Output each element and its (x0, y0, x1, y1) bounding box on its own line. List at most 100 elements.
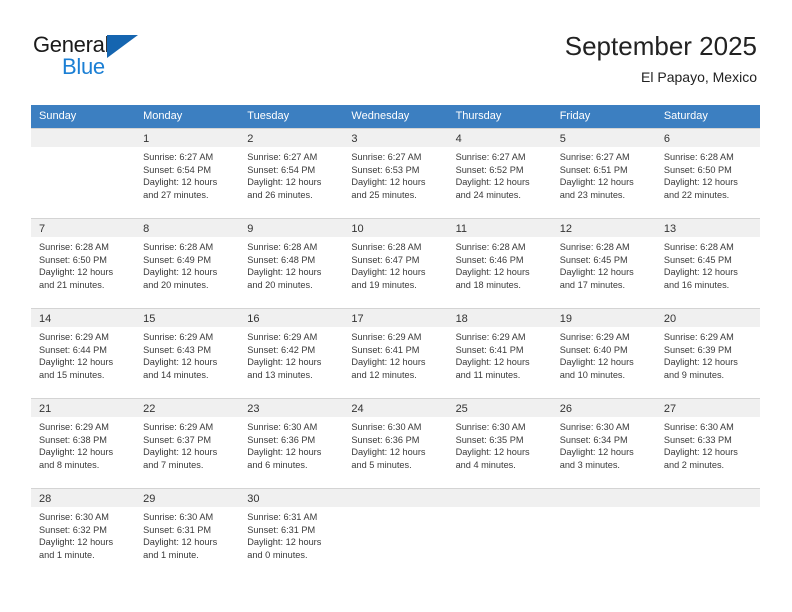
calendar-header-row: Sunday Monday Tuesday Wednesday Thursday… (31, 105, 760, 128)
sunset-text: Sunset: 6:53 PM (351, 164, 420, 175)
weekday-header-monday: Monday (135, 105, 240, 128)
day-cell-details: Sunrise: 6:29 AM Sunset: 6:40 PM Daylight:… (552, 327, 656, 381)
sunrise-text: Sunrise: 6:30 AM (559, 422, 630, 432)
calendar-day-cell[interactable]: 13 Sunrise: 6:28 AM Sunset: 6:45 PM Dayligh… (655, 218, 760, 308)
calendar-day-cell[interactable]: 12 Sunrise: 6:28 AM Sunset: 6:45 PM Dayligh… (551, 218, 656, 308)
calendar-day-cell[interactable]: 21 Sunrise: 6:29 AM Sunset: 6:38 PM Dayligh… (31, 398, 136, 488)
day-cell-inner: 14 Sunrise: 6:29 AM Sunset: 6:44 PM Dayligh… (31, 308, 136, 398)
calendar-day-cell[interactable]: 10 Sunrise: 6:28 AM Sunset: 6:47 PM Dayligh… (343, 218, 448, 308)
daylight-text-line2: and 8 minutes. (39, 459, 100, 470)
day-number: 20 (663, 313, 677, 325)
calendar-day-cell[interactable]: 20 Sunrise: 6:29 AM Sunset: 6:39 PM Dayligh… (655, 308, 760, 398)
calendar-day-cell[interactable]: 26 Sunrise: 6:30 AM Sunset: 6:34 PM Dayligh… (551, 398, 656, 488)
calendar-day-cell[interactable]: 6 Sunrise: 6:28 AM Sunset: 6:50 PM Daylight… (655, 128, 760, 218)
calendar-table: Sunday Monday Tuesday Wednesday Thursday… (31, 105, 760, 578)
calendar-day-cell[interactable]: 22 Sunrise: 6:29 AM Sunset: 6:37 PM Dayligh… (135, 398, 240, 488)
daylight-text-line2: and 23 minutes. (559, 189, 626, 200)
sunset-text: Sunset: 6:34 PM (559, 434, 628, 445)
day-cell-inner: 29 Sunrise: 6:30 AM Sunset: 6:31 PM Dayligh… (135, 488, 240, 578)
daylight-text-line2: and 1 minute. (143, 549, 199, 560)
calendar-week-row: 28 Sunrise: 6:30 AM Sunset: 6:32 PM Dayligh… (31, 488, 760, 578)
daylight-text-line1: Daylight: 12 hours (455, 447, 530, 458)
day-cell-details: Sunrise: 6:27 AM Sunset: 6:54 PM Daylight:… (135, 147, 239, 201)
day-cell-inner: 6 Sunrise: 6:28 AM Sunset: 6:50 PM Daylight… (655, 128, 760, 218)
sunrise-text: Sunrise: 6:29 AM (39, 332, 109, 342)
day-cell-inner: 11 Sunrise: 6:28 AM Sunset: 6:46 PM Dayligh… (447, 218, 552, 308)
day-cell-inner: 21 Sunrise: 6:29 AM Sunset: 6:38 PM Dayligh… (31, 398, 136, 488)
calendar-day-cell[interactable]: 9 Sunrise: 6:28 AM Sunset: 6:48 PM Daylight… (239, 218, 344, 308)
calendar-day-cell[interactable]: 3 Sunrise: 6:27 AM Sunset: 6:53 PM Daylight… (343, 128, 448, 218)
daylight-text-line1: Daylight: 12 hours (351, 357, 426, 368)
calendar-day-cell[interactable]: 29 Sunrise: 6:30 AM Sunset: 6:31 PM Dayligh… (135, 488, 240, 578)
calendar-day-cell[interactable]: 15 Sunrise: 6:29 AM Sunset: 6:43 PM Dayligh… (135, 308, 240, 398)
sunrise-text: Sunrise: 6:28 AM (39, 242, 109, 252)
sunset-text: Sunset: 6:54 PM (143, 164, 212, 175)
sunrise-text: Sunrise: 6:30 AM (455, 422, 526, 432)
day-cell-details: Sunrise: 6:29 AM Sunset: 6:37 PM Daylight:… (135, 417, 239, 471)
day-number-band: 24 (343, 399, 448, 417)
general-blue-logo[interactable]: General Blue (33, 32, 213, 82)
day-cell-details: Sunrise: 6:29 AM Sunset: 6:39 PM Daylight:… (656, 327, 760, 381)
daylight-text-line2: and 25 minutes. (351, 189, 417, 200)
calendar-day-cell[interactable]: 2 Sunrise: 6:27 AM Sunset: 6:54 PM Daylight… (239, 128, 344, 218)
calendar-day-cell[interactable]: 14 Sunrise: 6:29 AM Sunset: 6:44 PM Dayligh… (31, 308, 136, 398)
daylight-text-line1: Daylight: 12 hours (143, 177, 218, 188)
day-cell-inner: 5 Sunrise: 6:27 AM Sunset: 6:51 PM Daylight… (551, 128, 656, 218)
day-cell-details: Sunrise: 6:28 AM Sunset: 6:46 PM Daylight:… (448, 237, 552, 291)
calendar-day-cell[interactable]: 25 Sunrise: 6:30 AM Sunset: 6:35 PM Dayligh… (447, 398, 552, 488)
day-cell-details: Sunrise: 6:29 AM Sunset: 6:43 PM Daylight:… (135, 327, 239, 381)
calendar-day-cell[interactable]: 28 Sunrise: 6:30 AM Sunset: 6:32 PM Dayligh… (31, 488, 136, 578)
daylight-text-line1: Daylight: 12 hours (455, 357, 530, 368)
calendar-week-row: 14 Sunrise: 6:29 AM Sunset: 6:44 PM Dayligh… (31, 308, 760, 398)
empty-cell-daynum-band (343, 489, 448, 507)
day-number: 10 (351, 223, 364, 235)
day-number: 16 (247, 313, 260, 325)
day-number-band: 13 (655, 219, 760, 237)
day-number: 23 (247, 403, 260, 415)
day-cell-inner: 7 Sunrise: 6:28 AM Sunset: 6:50 PM Daylight… (31, 218, 136, 308)
day-number-band: 26 (551, 399, 656, 417)
day-number-band: 29 (135, 489, 240, 507)
calendar-day-cell[interactable]: 27 Sunrise: 6:30 AM Sunset: 6:33 PM Dayligh… (655, 398, 760, 488)
page-header: General Blue September 2025 El Papayo, M… (0, 0, 792, 100)
daylight-text-line1: Daylight: 12 hours (663, 447, 738, 458)
sunset-text: Sunset: 6:35 PM (455, 434, 524, 445)
daylight-text-line2: and 16 minutes. (663, 279, 730, 290)
logo-text-blue: Blue (62, 54, 105, 79)
day-cell-details: Sunrise: 6:28 AM Sunset: 6:45 PM Daylight:… (552, 237, 656, 291)
day-number-band: 16 (239, 309, 344, 327)
day-cell-details: Sunrise: 6:27 AM Sunset: 6:54 PM Daylight:… (239, 147, 343, 201)
calendar-day-cell[interactable]: 23 Sunrise: 6:30 AM Sunset: 6:36 PM Dayligh… (239, 398, 344, 488)
daylight-text-line2: and 0 minutes. (247, 549, 308, 560)
daylight-text-line1: Daylight: 12 hours (663, 267, 738, 278)
daylight-text-line1: Daylight: 12 hours (143, 447, 218, 458)
calendar-day-cell[interactable]: 11 Sunrise: 6:28 AM Sunset: 6:46 PM Dayligh… (447, 218, 552, 308)
daylight-text-line1: Daylight: 12 hours (663, 357, 738, 368)
daylight-text-line2: and 9 minutes. (663, 369, 725, 380)
calendar-cell-empty (343, 488, 448, 578)
daylight-text-line2: and 4 minutes. (455, 459, 516, 470)
calendar-day-cell[interactable]: 16 Sunrise: 6:29 AM Sunset: 6:42 PM Dayligh… (239, 308, 344, 398)
calendar-day-cell[interactable]: 30 Sunrise: 6:31 AM Sunset: 6:31 PM Dayligh… (239, 488, 344, 578)
sunrise-text: Sunrise: 6:27 AM (247, 152, 318, 162)
calendar-day-cell[interactable]: 4 Sunrise: 6:27 AM Sunset: 6:52 PM Daylight… (447, 128, 552, 218)
calendar-day-cell[interactable]: 5 Sunrise: 6:27 AM Sunset: 6:51 PM Daylight… (551, 128, 656, 218)
sunrise-text: Sunrise: 6:28 AM (559, 242, 630, 252)
calendar-day-cell[interactable]: 8 Sunrise: 6:28 AM Sunset: 6:49 PM Daylight… (135, 218, 240, 308)
day-number: 25 (455, 403, 468, 415)
calendar-day-cell[interactable]: 18 Sunrise: 6:29 AM Sunset: 6:41 PM Dayligh… (447, 308, 552, 398)
sunset-text: Sunset: 6:44 PM (39, 344, 107, 355)
calendar-day-cell[interactable]: 7 Sunrise: 6:28 AM Sunset: 6:50 PM Daylight… (31, 218, 136, 308)
calendar-day-cell[interactable]: 1 Sunrise: 6:27 AM Sunset: 6:54 PM Daylight… (135, 128, 240, 218)
daylight-text-line2: and 1 minute. (39, 549, 95, 560)
day-cell-details: Sunrise: 6:29 AM Sunset: 6:41 PM Daylight:… (343, 327, 447, 381)
calendar-day-cell[interactable]: 19 Sunrise: 6:29 AM Sunset: 6:40 PM Dayligh… (551, 308, 656, 398)
weekday-header-tuesday: Tuesday (239, 105, 344, 128)
day-cell-inner: 17 Sunrise: 6:29 AM Sunset: 6:41 PM Dayligh… (343, 308, 448, 398)
daylight-text-line1: Daylight: 12 hours (247, 267, 322, 278)
calendar-day-cell[interactable]: 17 Sunrise: 6:29 AM Sunset: 6:41 PM Dayligh… (343, 308, 448, 398)
daylight-text-line1: Daylight: 12 hours (663, 177, 738, 188)
day-number: 29 (143, 493, 156, 505)
calendar-day-cell[interactable]: 24 Sunrise: 6:30 AM Sunset: 6:36 PM Dayligh… (343, 398, 448, 488)
sunset-text: Sunset: 6:31 PM (143, 524, 212, 535)
